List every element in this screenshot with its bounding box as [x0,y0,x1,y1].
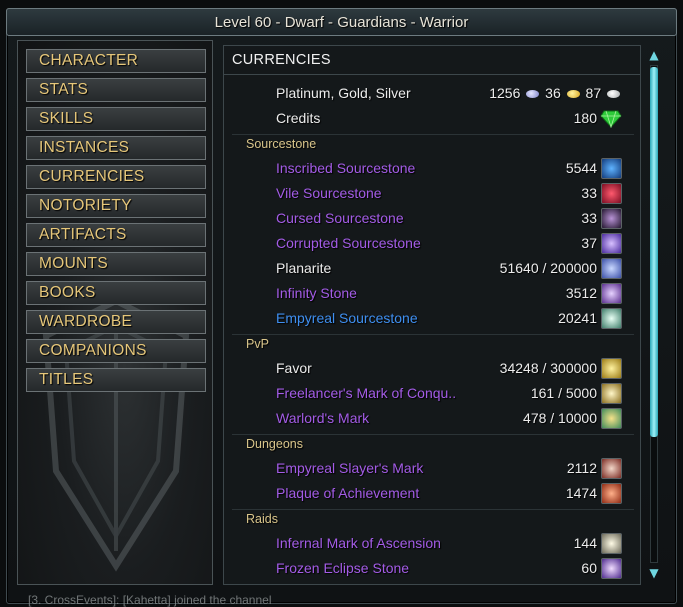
currency-value: 20241 [558,310,597,326]
currency-name: Favor [276,360,312,376]
category-dungeons: Dungeons [246,437,303,451]
nav-item-currencies[interactable]: CURRENCIES [26,165,206,189]
scroll-thumb[interactable] [650,67,658,437]
infinity-stone-icon [601,283,622,304]
credits-label: Credits [276,110,321,126]
currency-name: Inscribed Sourcestone [276,160,416,176]
empyreal-stone-icon [601,308,622,329]
silver-value: 87 [585,85,602,101]
currency-value: 51640 / 200000 [499,260,597,276]
window-title: Level 60 - Dwarf - Guardians - Warrior [6,8,677,36]
money-values: 1256 36 87 [489,85,622,101]
platinum-coin-icon [526,90,540,99]
category-divider [232,334,634,335]
currency-name: Plaque of Achievement [276,485,420,501]
currency-row[interactable]: Freelancer's Mark of Conqu.. 161 / 5000 [224,382,640,407]
blue-rune-icon [601,158,622,179]
currency-row[interactable]: Infernal Mark of Ascension 144 [224,532,640,557]
category-sourcestone: Sourcestone [246,137,317,151]
currency-row[interactable]: Favor 34248 / 300000 [224,357,640,382]
dark-star-icon [601,208,622,229]
category-divider [232,134,634,135]
currency-name: Cursed Sourcestone [276,210,404,226]
money-row: Platinum, Gold, Silver 1256 36 87 [224,82,640,107]
green-gem-icon [600,110,622,128]
category-divider [232,434,634,435]
currency-row[interactable]: Empyreal Sourcestone 20241 [224,307,640,332]
nav-item-artifacts[interactable]: ARTIFACTS [26,223,206,247]
credits-row: Credits 180 [224,107,640,132]
nav-item-wardrobe[interactable]: WARDROBE [26,310,206,334]
currency-panel: CURRENCIES Platinum, Gold, Silver 1256 3… [223,45,641,585]
gold-star-icon [601,383,622,404]
nav-panel: CHARACTER STATS SKILLS INSTANCES CURRENC… [17,40,213,585]
nav-item-books[interactable]: BOOKS [26,281,206,305]
scrollbar[interactable]: ▲ ▼ [645,45,663,583]
nav-item-mounts[interactable]: MOUNTS [26,252,206,276]
eclipse-stone-icon [601,558,622,579]
currency-name: Planarite [276,260,332,276]
plaque-icon [601,483,622,504]
currency-value: 5544 [565,160,597,176]
nav-item-titles[interactable]: TITLES [26,368,206,392]
silver-coin-icon [607,90,620,99]
currency-name: Empyreal Slayer's Mark [276,460,424,476]
currency-value: 3512 [565,285,597,301]
credits-value: 180 [573,110,597,126]
currency-row[interactable]: Plaque of Achievement 1474 [224,482,640,507]
nav-item-stats[interactable]: STATS [26,78,206,102]
gold-value: 36 [545,85,561,101]
platinum-value: 1256 [489,85,521,101]
scroll-down-icon[interactable]: ▼ [645,565,663,581]
currency-name: Freelancer's Mark of Conqu.. [276,385,457,401]
currency-value: 161 / 5000 [530,385,597,401]
currency-value: 2112 [566,460,597,476]
scroll-up-icon[interactable]: ▲ [645,47,663,63]
planarite-orb-icon [601,258,622,279]
currency-value: 33 [581,210,597,226]
currency-name: Frozen Eclipse Stone [276,560,410,576]
red-stone-icon [601,183,622,204]
currency-value: 60 [581,560,597,576]
nav-item-notoriety[interactable]: NOTORIETY [26,194,206,218]
currency-value: 478 / 10000 [523,410,597,426]
currency-value: 1474 [565,485,597,501]
currency-name: Vile Sourcestone [276,185,382,201]
gold-coin-icon [566,90,580,99]
currency-value: 144 [573,535,597,551]
nav-item-skills[interactable]: SKILLS [26,107,206,131]
chat-line: [3. CrossEvents]: [Kahetta] joined the c… [28,593,272,607]
heading-divider [224,74,640,75]
currency-row[interactable]: Inscribed Sourcestone 5544 [224,157,640,182]
category-raids: Raids [246,512,278,526]
claw-mark-icon [601,533,622,554]
currency-row[interactable]: Infinity Stone 3512 [224,282,640,307]
currency-value: 37 [581,235,597,251]
category-divider [232,509,634,510]
nav-item-instances[interactable]: INSTANCES [26,136,206,160]
panel-heading: CURRENCIES [232,52,331,68]
currency-row[interactable]: Planarite 51640 / 200000 [224,257,640,282]
nav-item-character[interactable]: CHARACTER [26,49,206,73]
money-label: Platinum, Gold, Silver [276,85,411,101]
currency-row[interactable]: Warlord's Mark 478 / 10000 [224,407,640,432]
currency-row[interactable]: Frozen Eclipse Stone 60 [224,557,640,582]
warlord-mark-icon [601,408,622,429]
currency-name: Infinity Stone [276,285,357,301]
currency-row[interactable]: Cursed Sourcestone 33 [224,207,640,232]
nav-item-companions[interactable]: COMPANIONS [26,339,206,363]
currency-row[interactable]: Corrupted Sourcestone 37 [224,232,640,257]
currency-name: Warlord's Mark [276,410,370,426]
currency-row[interactable]: Empyreal Slayer's Mark 2112 [224,457,640,482]
currency-value: 33 [581,185,597,201]
skull-mark-icon [601,458,622,479]
currency-name: Empyreal Sourcestone [276,310,418,326]
currency-name: Infernal Mark of Ascension [276,535,441,551]
category-pvp: PvP [246,337,269,351]
purple-orb-icon [601,233,622,254]
currency-row[interactable]: Vile Sourcestone 33 [224,182,640,207]
favor-coin-icon [601,358,622,379]
currency-value: 34248 / 300000 [499,360,597,376]
currency-name: Corrupted Sourcestone [276,235,421,251]
